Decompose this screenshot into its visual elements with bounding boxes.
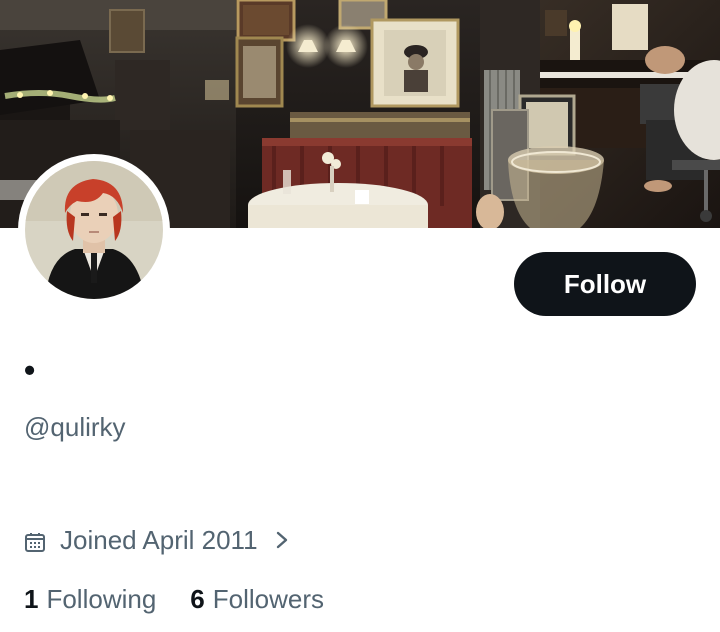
following-count: 1 [24,583,39,614]
avatar[interactable] [25,161,163,299]
followers-count: 6 [190,583,205,614]
followers-label: Followers [212,583,325,614]
chevron-right-icon [274,528,290,552]
joined-date-text: Joined April 2011 [60,524,258,555]
joined-date-row[interactable]: Joined April 2011 [24,522,290,558]
following-label: Following [46,583,157,614]
calendar-icon [24,529,46,552]
username-handle: @qulirky [24,412,126,442]
follow-button[interactable]: Follow [514,252,696,316]
follow-stats: 1 Following 6 Followers [24,580,358,618]
followers-link[interactable]: 6 Followers [190,584,324,615]
following-link[interactable]: 1 Following [24,584,156,615]
display-name: • [24,352,36,388]
avatar-image [25,161,163,299]
